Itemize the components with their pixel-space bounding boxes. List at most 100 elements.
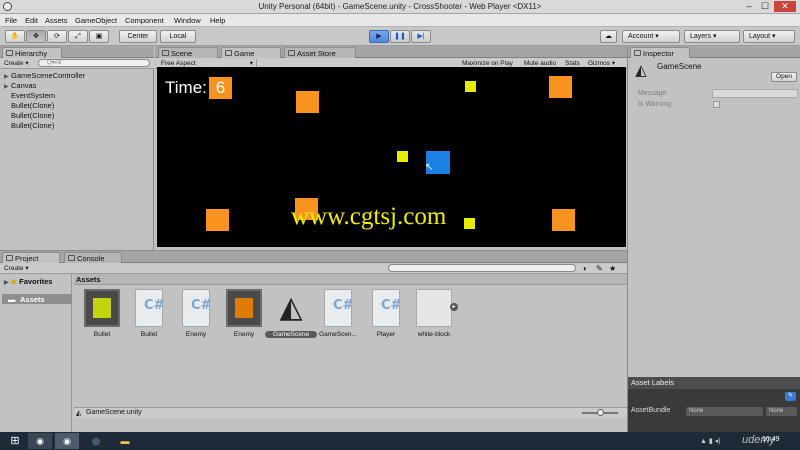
- tab-scene[interactable]: Scene: [158, 47, 218, 58]
- menu-file[interactable]: File: [5, 16, 17, 25]
- prefab-thumbnail: [84, 289, 120, 327]
- aspect-label: Free Aspect: [161, 60, 196, 67]
- scale-tool-icon[interactable]: ⤢: [68, 30, 88, 43]
- close-button[interactable]: ✕: [774, 1, 796, 12]
- clock: 10:49: [762, 436, 780, 443]
- menu-gameobject[interactable]: GameObject: [75, 16, 117, 25]
- hierarchy-item-label: GameSceneController: [11, 71, 86, 80]
- explorer-taskbar-icon[interactable]: ◎: [84, 433, 108, 449]
- hierarchy-item[interactable]: EventSystem: [4, 91, 55, 100]
- expand-sprite-icon[interactable]: ▸: [450, 303, 458, 311]
- enemy-block: [552, 209, 575, 231]
- scene-icon: [162, 50, 169, 56]
- game-view[interactable]: Time: 6 ↖ www.cgtsj.com: [157, 67, 626, 247]
- move-tool-icon[interactable]: ✥: [26, 30, 46, 43]
- bullet-block: [464, 218, 475, 229]
- hierarchy-item-label: Canvas: [11, 81, 37, 90]
- menu-component[interactable]: Component: [125, 16, 164, 25]
- is-warning-checkbox[interactable]: [713, 101, 720, 108]
- asset-name: GameScen...: [319, 331, 357, 338]
- unity-taskbar-icon[interactable]: ◉: [28, 433, 52, 449]
- menu-help[interactable]: Help: [210, 16, 225, 25]
- asset-name: Enemy: [185, 331, 207, 338]
- menu-window[interactable]: Window: [174, 16, 201, 25]
- hierarchy-item[interactable]: Bullet(Clone): [4, 101, 54, 110]
- tray-icons[interactable]: ▲ ▮ ◂): [700, 437, 721, 445]
- layers-label: Layers: [690, 33, 712, 40]
- unity-editor-taskbar-icon[interactable]: ◉: [55, 433, 79, 449]
- star-filter-icon[interactable]: ★: [609, 264, 616, 273]
- star-icon: ★: [10, 277, 18, 286]
- assetbundle-label: AssetBundle: [631, 407, 671, 414]
- tab-inspector[interactable]: Inspector: [630, 47, 690, 58]
- tab-console[interactable]: Console: [64, 252, 122, 263]
- hierarchy-item[interactable]: ▶ Canvas: [4, 81, 36, 90]
- project-search-input[interactable]: [388, 264, 576, 272]
- rect-tool-icon[interactable]: ▣: [89, 30, 109, 43]
- pause-button[interactable]: ❚❚: [390, 30, 410, 43]
- hierarchy-item[interactable]: Bullet(Clone): [4, 111, 54, 120]
- layout-dropdown[interactable]: Layout ▾: [743, 30, 795, 43]
- filter-type-icon[interactable]: ◐: [583, 264, 588, 273]
- enemy-block: [296, 91, 319, 113]
- project-tree: ▶ ★ Favorites ▬ Assets: [0, 274, 72, 433]
- unity-scene-icon: ◭: [279, 291, 303, 324]
- tab-asset-store[interactable]: Asset Store: [284, 47, 356, 58]
- inspector-tabbar: Inspector: [628, 46, 800, 58]
- play-button[interactable]: ▶: [369, 30, 389, 43]
- project-tab-label: Project: [15, 254, 39, 263]
- label-tag-icon[interactable]: ✎: [785, 392, 796, 401]
- space-local-button[interactable]: Local: [160, 30, 196, 43]
- tab-project[interactable]: Project: [2, 252, 60, 263]
- message-field[interactable]: [712, 89, 798, 98]
- assets-breadcrumb-label[interactable]: Assets: [76, 275, 101, 284]
- hierarchy-item[interactable]: ▶ GameSceneController: [4, 71, 85, 80]
- assets-breadcrumb: Assets: [74, 274, 627, 285]
- expand-arrow-icon[interactable]: ▶: [4, 83, 11, 90]
- tab-hierarchy[interactable]: Hierarchy: [2, 47, 62, 58]
- selected-asset-path: GameScene.unity: [86, 409, 142, 416]
- menu-assets[interactable]: Assets: [45, 16, 68, 25]
- scene-file-icon: ◭: [76, 410, 82, 417]
- tab-game[interactable]: Game: [221, 47, 281, 58]
- account-label: Account: [628, 33, 654, 40]
- folder-icon: ▬: [8, 295, 16, 304]
- project-create-button[interactable]: Create ▾: [4, 264, 29, 273]
- project-create-label: Create: [4, 265, 24, 272]
- expand-arrow-icon[interactable]: ▶: [4, 73, 11, 80]
- filter-label-icon[interactable]: ✎: [596, 264, 603, 273]
- store-icon: [288, 50, 295, 56]
- assetbundle-dropdown[interactable]: None: [686, 407, 763, 416]
- maximize-button[interactable]: ☐: [758, 1, 772, 12]
- hand-tool-icon[interactable]: ✋: [5, 30, 25, 43]
- pivot-center-button[interactable]: Center: [119, 30, 157, 43]
- hierarchy-create-button[interactable]: Create ▾: [4, 59, 29, 68]
- is-warning-label: Is Warning: [638, 101, 672, 108]
- center-tabbar: Scene Game Asset Store: [155, 46, 627, 58]
- step-button[interactable]: ▶|: [411, 30, 431, 43]
- variant-dropdown[interactable]: None: [766, 407, 797, 416]
- account-dropdown[interactable]: Account ▾: [622, 30, 680, 43]
- console-tab-label: Console: [77, 254, 105, 263]
- bullet-prefab-icon: [93, 298, 111, 318]
- hierarchy-item-label: Bullet(Clone): [11, 101, 55, 110]
- open-button[interactable]: Open: [771, 72, 797, 82]
- rotate-tool-icon[interactable]: ⟳: [47, 30, 67, 43]
- project-subbar: Create ▾ ◐ ✎ ★: [0, 263, 627, 274]
- project-icon: [6, 255, 13, 261]
- layers-dropdown[interactable]: Layers ▾: [684, 30, 740, 43]
- asset-labels-header: Asset Labels: [628, 377, 800, 389]
- favorites-node[interactable]: ▶ ★ Favorites: [4, 277, 52, 286]
- folder-taskbar-icon[interactable]: ▬: [113, 433, 137, 449]
- csharp-script-icon: C#: [182, 289, 211, 327]
- hierarchy-search-input[interactable]: Q▾All: [38, 59, 150, 67]
- hierarchy-item[interactable]: Bullet(Clone): [4, 121, 54, 130]
- asset-name: GameScene: [265, 331, 317, 338]
- menu-edit[interactable]: Edit: [25, 16, 38, 25]
- cloud-icon[interactable]: ☁: [600, 30, 617, 43]
- minimize-button[interactable]: –: [742, 1, 756, 12]
- windows-start-icon[interactable]: ⊞: [3, 433, 27, 449]
- assets-node[interactable]: ▬ Assets: [2, 294, 72, 304]
- scene-tab-label: Scene: [171, 49, 193, 58]
- icon-size-slider-handle[interactable]: [597, 409, 604, 416]
